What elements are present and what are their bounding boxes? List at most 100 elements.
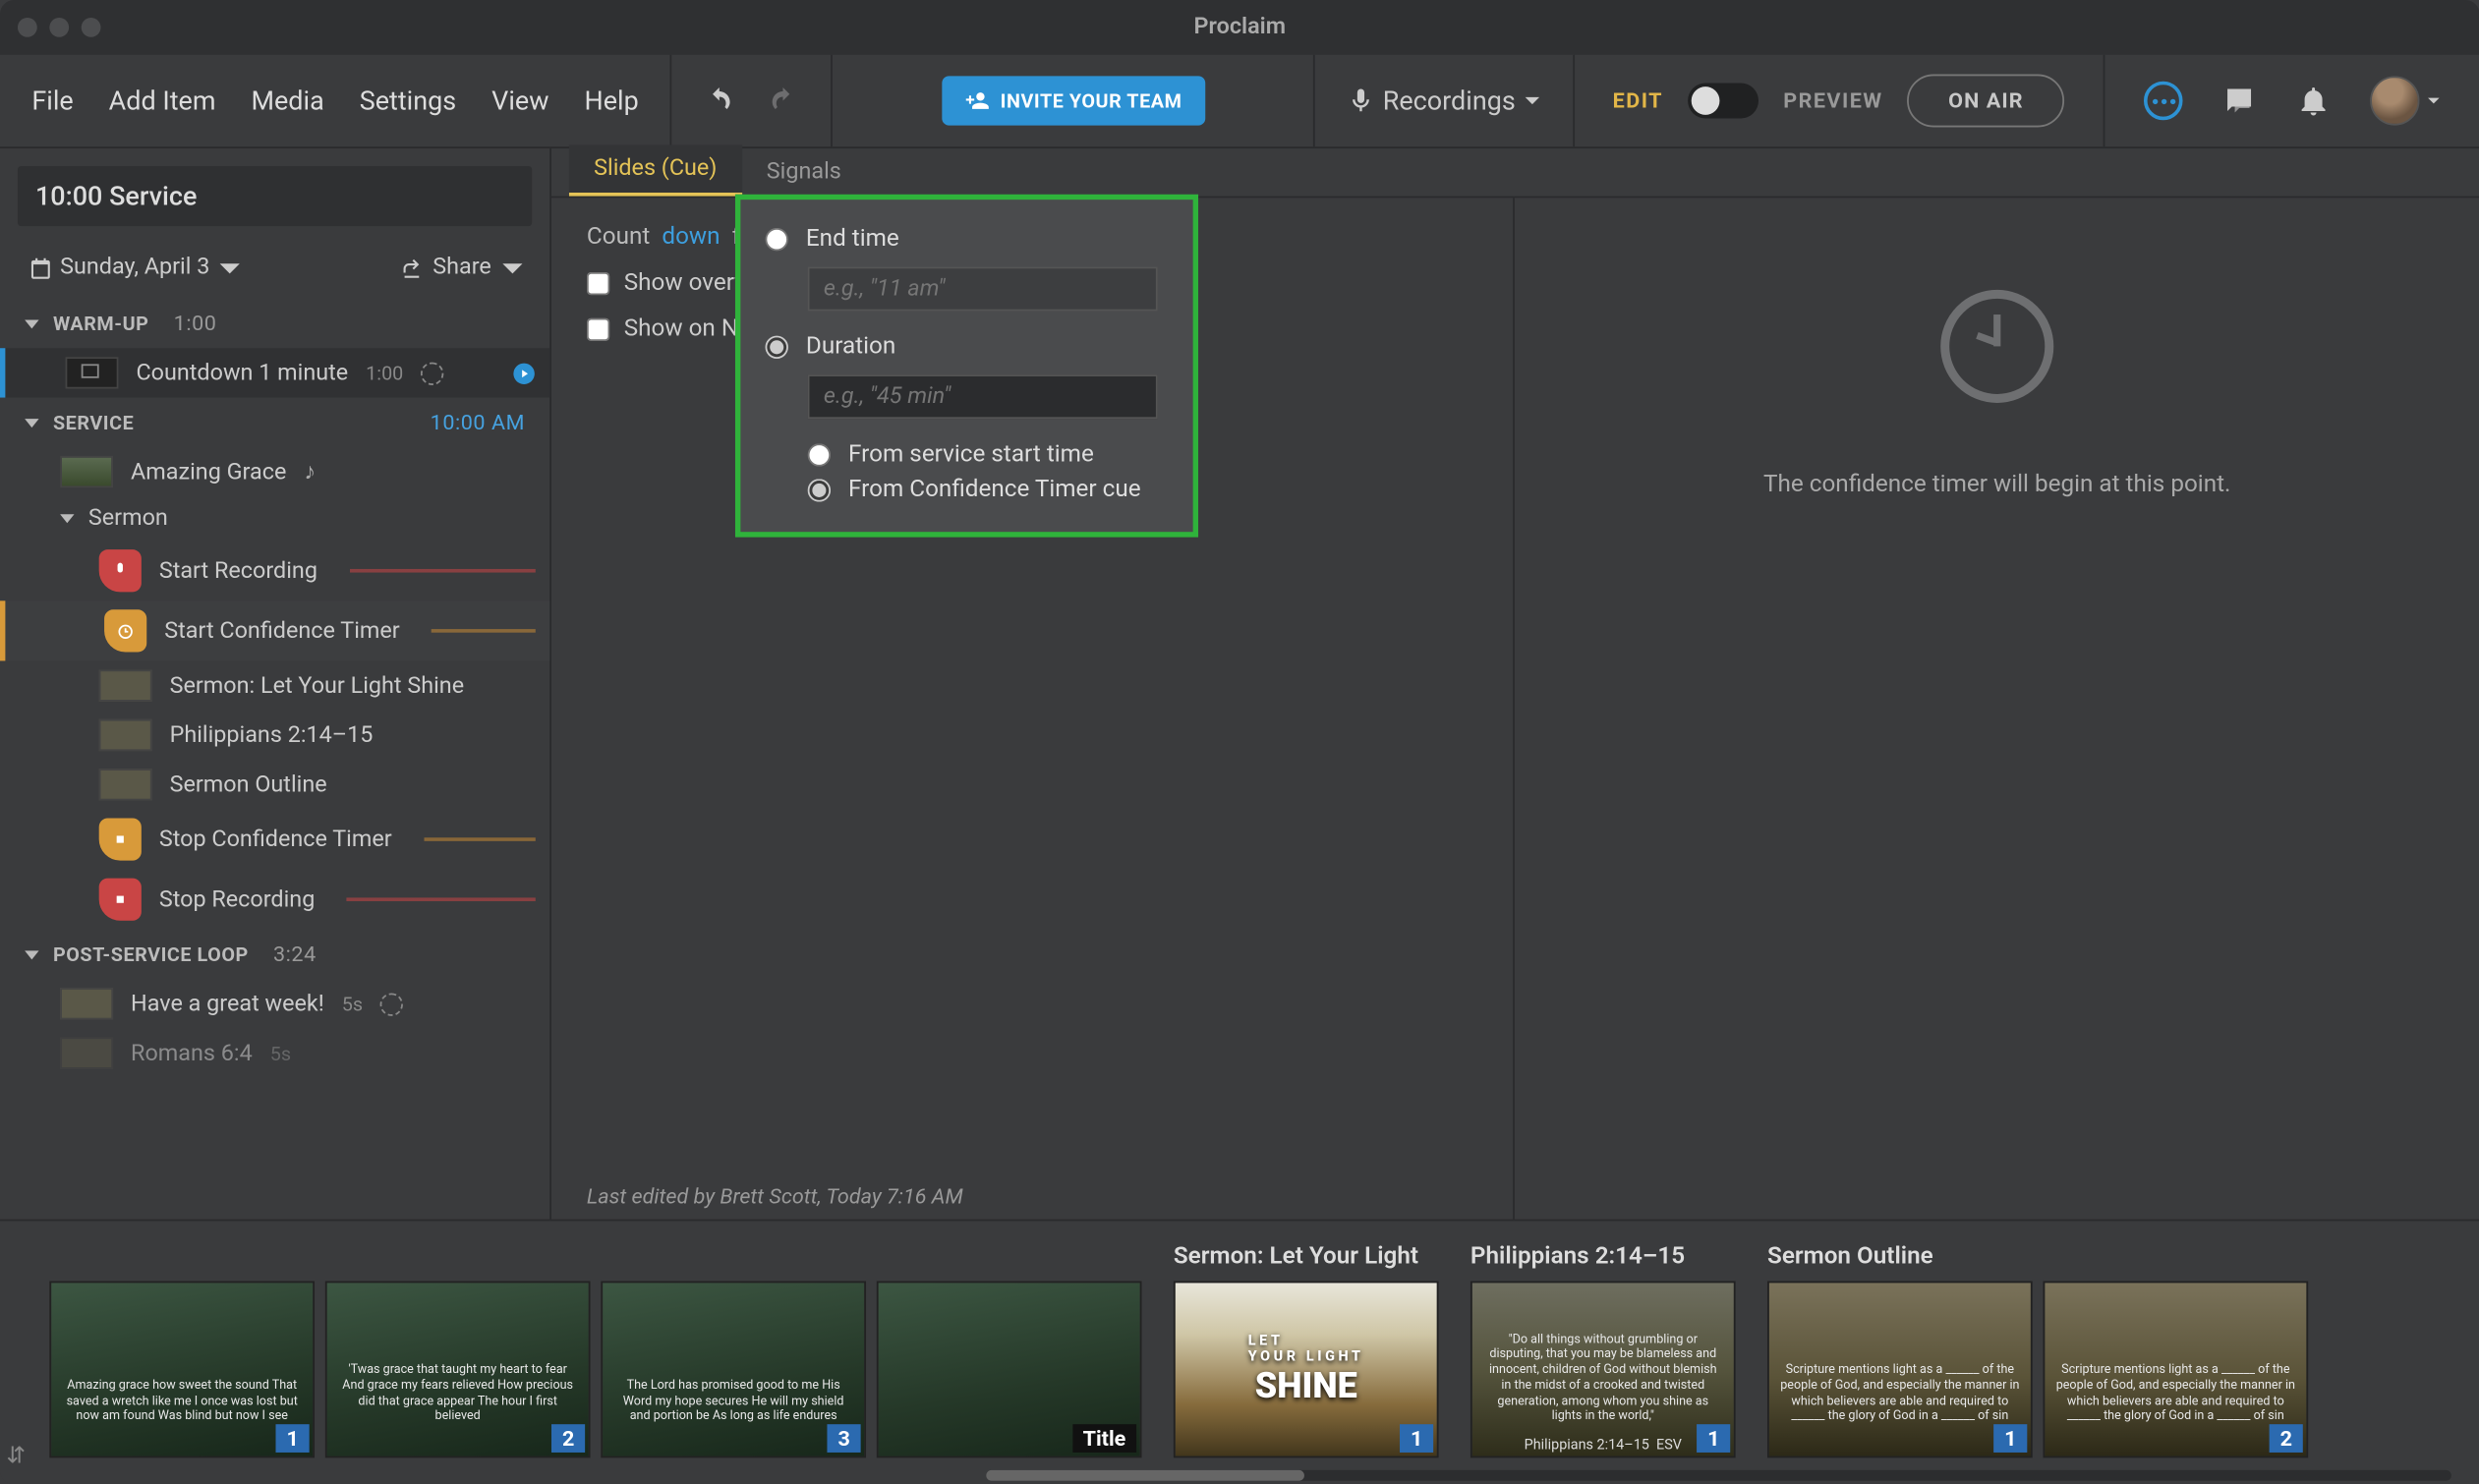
item-sermon-outline-label: Sermon Outline <box>170 771 327 798</box>
count-direction-link[interactable]: down <box>662 223 720 252</box>
item-amazing-grace-label: Amazing Grace <box>131 459 286 485</box>
section-warmup[interactable]: WARM-UP1:00 <box>0 299 549 348</box>
play-icon[interactable] <box>512 362 535 384</box>
radio-from-cue[interactable]: From Confidence Timer cue <box>808 476 1169 504</box>
cue-stop-confidence-timer[interactable]: Stop Confidence Timer <box>0 809 549 869</box>
main-toolbar: File Add Item Media Settings View Help I… <box>0 55 2479 148</box>
zoom-window-icon[interactable] <box>82 18 101 37</box>
slide-thumb-title[interactable]: Title <box>877 1282 1142 1458</box>
cue-start-confidence-timer[interactable]: Start Confidence Timer <box>0 600 549 660</box>
section-post-service[interactable]: POST-SERVICE LOOP 3:24 <box>0 930 549 979</box>
confidence-timer-icon <box>1940 290 2053 403</box>
song-thumb <box>60 456 113 487</box>
radio-duration[interactable]: Duration <box>766 332 1169 361</box>
radio-end-time[interactable]: End time <box>766 224 1169 253</box>
item-have-great-week[interactable]: Have a great week! 5s <box>0 979 549 1028</box>
slide-thumb-verse-3[interactable]: The Lord has promised good to me His Wor… <box>601 1282 866 1458</box>
tab-signals[interactable]: Signals <box>742 148 866 197</box>
section-post-time: 3:24 <box>273 942 317 966</box>
item-have-great-week-label: Have a great week! <box>131 991 324 1017</box>
share-icon <box>399 256 424 280</box>
item-sermon-slide[interactable]: Sermon: Let Your Light Shine <box>0 660 549 710</box>
cue-start-recording-label: Start Recording <box>159 557 317 584</box>
section-service-time: 10:00 AM <box>431 410 525 434</box>
item-countdown[interactable]: Countdown 1 minute 1:00 <box>0 348 549 397</box>
edit-preview-toggle[interactable] <box>1688 84 1758 119</box>
item-philippians-label: Philippians 2:14–15 <box>170 721 374 748</box>
mode-preview-label[interactable]: PREVIEW <box>1783 88 1882 113</box>
slide-badge: 1 <box>1993 1424 2027 1453</box>
activity-icon[interactable] <box>2144 82 2183 121</box>
slide-tabs: Slides (Cue) Signals <box>551 148 2479 198</box>
radio-from-start[interactable]: From service start time <box>808 440 1169 469</box>
item-sermon-group[interactable]: Sermon <box>0 496 549 541</box>
duration-popover: End time Duration From service start tim… <box>735 195 1198 538</box>
record-cue-icon <box>99 549 142 592</box>
user-menu[interactable] <box>2370 76 2441 125</box>
slide-thumb-phil[interactable]: "Do all things without grumbling or disp… <box>1470 1282 1736 1458</box>
duration-input[interactable] <box>808 374 1158 419</box>
menu-add-item[interactable]: Add Item <box>109 85 216 116</box>
slide-thumb <box>99 719 152 751</box>
minimize-window-icon[interactable] <box>49 18 69 37</box>
recordings-dropdown[interactable]: Recordings <box>1315 85 1572 116</box>
item-philippians[interactable]: Philippians 2:14–15 <box>0 711 549 760</box>
last-edited-label: Last edited by Brett Scott, Today 7:16 A… <box>587 1184 963 1209</box>
filmstrip-scrollbar[interactable] <box>986 1470 2451 1481</box>
chevron-down-icon <box>500 256 525 280</box>
caret-down-icon <box>25 949 38 958</box>
close-window-icon[interactable] <box>18 18 37 37</box>
share-button[interactable]: Share <box>399 255 525 281</box>
item-romans-label: Romans 6:4 <box>131 1040 253 1066</box>
menu-help[interactable]: Help <box>584 85 638 116</box>
slide-thumb-shine[interactable]: LET YOUR LIGHTSHINE 1 <box>1174 1282 1439 1458</box>
end-time-input[interactable] <box>808 266 1158 311</box>
tab-slides-cue[interactable]: Slides (Cue) <box>569 144 742 196</box>
group-outline-header: Sermon Outline <box>1767 1242 2308 1274</box>
chevron-down-icon <box>2427 93 2441 107</box>
caret-down-icon <box>25 319 38 328</box>
item-countdown-meta: 1:00 <box>366 362 403 384</box>
item-romans[interactable]: Romans 6:4 5s <box>0 1028 549 1077</box>
slide-thumb <box>60 988 113 1019</box>
timer-cue-icon <box>104 609 146 652</box>
filmstrip-toggle[interactable]: ⇵ <box>0 1221 31 1484</box>
item-romans-meta: 5s <box>270 1042 291 1064</box>
slide-thumb-outline-2[interactable]: Scripture mentions light as a ______ of … <box>2043 1282 2308 1458</box>
slide-thumb-outline-1[interactable]: Scripture mentions light as a ______ of … <box>1767 1282 2033 1458</box>
bell-icon[interactable] <box>2296 84 2332 119</box>
menu-settings[interactable]: Settings <box>360 85 456 116</box>
section-post-label: POST-SERVICE LOOP <box>53 942 249 965</box>
on-air-button[interactable]: ON AIR <box>1908 75 2064 128</box>
item-amazing-grace[interactable]: Amazing Grace ♪ <box>0 447 549 496</box>
menu-view[interactable]: View <box>491 85 548 116</box>
section-service[interactable]: SERVICE 10:00 AM <box>0 398 549 447</box>
cue-start-recording[interactable]: Start Recording <box>0 541 549 600</box>
calendar-icon <box>29 256 53 280</box>
chevron-down-icon <box>217 256 242 280</box>
mode-edit-label[interactable]: EDIT <box>1613 88 1663 113</box>
timer-stop-cue-icon <box>99 818 142 860</box>
section-service-label: SERVICE <box>53 411 134 433</box>
item-sermon-outline[interactable]: Sermon Outline <box>0 760 549 809</box>
item-sermon-label: Sermon <box>88 505 168 532</box>
slide-thumb-verse-1[interactable]: Amazing grace how sweet the sound That s… <box>49 1282 315 1458</box>
redo-button[interactable] <box>768 85 799 116</box>
invite-team-button[interactable]: INVITE YOUR TEAM <box>942 76 1205 125</box>
slide-badge: 1 <box>1400 1424 1433 1453</box>
menu-file[interactable]: File <box>31 85 73 116</box>
chat-icon[interactable] <box>2221 84 2257 119</box>
slide-badge: 3 <box>828 1424 861 1453</box>
cue-stop-recording[interactable]: Stop Recording <box>0 870 549 930</box>
invite-team-label: INVITE YOUR TEAM <box>1001 89 1182 112</box>
cue-start-confidence-label: Start Confidence Timer <box>164 617 399 644</box>
scrollbar-thumb[interactable] <box>986 1470 1304 1481</box>
slide-thumb-verse-2[interactable]: 'Twas grace that taught my heart to fear… <box>325 1282 591 1458</box>
window-traffic-lights[interactable] <box>18 18 101 37</box>
undo-button[interactable] <box>704 85 735 116</box>
menu-media[interactable]: Media <box>251 85 323 116</box>
section-warmup-time: 1:00 <box>174 311 217 335</box>
service-title[interactable]: 10:00 Service <box>18 166 532 226</box>
app-title: Proclaim <box>1194 14 1287 40</box>
service-date-picker[interactable]: Sunday, April 3 <box>29 255 242 281</box>
